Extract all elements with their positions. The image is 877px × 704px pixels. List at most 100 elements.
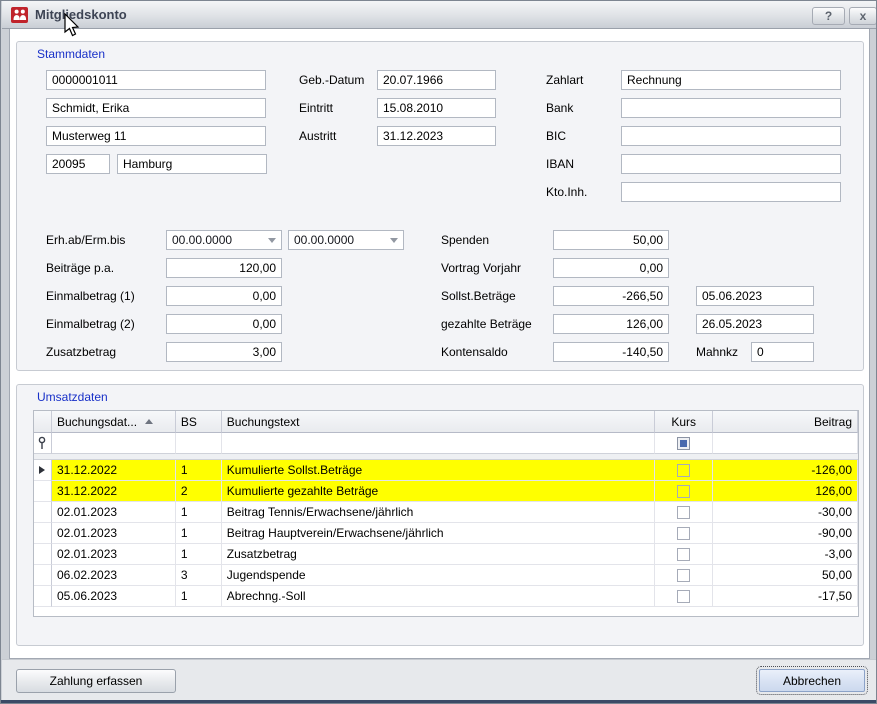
cell-bs[interactable]: 1 xyxy=(176,523,222,544)
erm-bis-dropdown[interactable]: 00.00.0000 xyxy=(288,230,404,250)
beitraege-pa-field[interactable]: 120,00 xyxy=(166,258,282,278)
cell-text[interactable]: Abrechng.-Soll xyxy=(222,586,655,607)
current-row-arrow-icon xyxy=(39,466,45,474)
iban-field[interactable] xyxy=(621,154,841,174)
gezahlte-betraege-field[interactable]: 126,00 xyxy=(553,314,669,334)
cell-text[interactable]: Zusatzbetrag xyxy=(222,544,655,565)
cell-date[interactable]: 31.12.2022 xyxy=(52,481,176,502)
cell-bs[interactable]: 1 xyxy=(176,586,222,607)
zusatzbetrag-field[interactable]: 3,00 xyxy=(166,342,282,362)
table-row[interactable]: 06.02.2023 3 Jugendspende 50,00 xyxy=(34,565,858,586)
cell-date[interactable]: 02.01.2023 xyxy=(52,523,176,544)
column-header-buchungstext[interactable]: Buchungstext xyxy=(222,411,655,433)
cell-text[interactable]: Kumulierte gezahlte Beträge xyxy=(222,481,655,502)
kurs-checkbox[interactable] xyxy=(677,548,690,561)
cell-date[interactable]: 31.12.2022 xyxy=(52,460,176,481)
cell-kurs[interactable] xyxy=(655,481,713,502)
zip-field[interactable]: 20095 xyxy=(46,154,110,174)
column-header-bs[interactable]: BS xyxy=(176,411,222,433)
table-row[interactable]: 05.06.2023 1 Abrechng.-Soll -17,50 xyxy=(34,586,858,607)
cell-date[interactable]: 02.01.2023 xyxy=(52,502,176,523)
zahlung-erfassen-button[interactable]: Zahlung erfassen xyxy=(16,669,176,693)
cell-beitrag[interactable]: -126,00 xyxy=(713,460,858,481)
zahlart-field[interactable]: Rechnung xyxy=(621,70,841,90)
content-panel: Stammdaten 0000001011 Schmidt, Erika Mus… xyxy=(9,29,870,659)
cell-bs[interactable]: 1 xyxy=(176,544,222,565)
table-row[interactable]: 02.01.2023 1 Beitrag Tennis/Erwachsene/j… xyxy=(34,502,858,523)
filter-bs-cell[interactable] xyxy=(176,433,222,454)
column-header-beitrag[interactable]: Beitrag xyxy=(713,411,858,433)
spenden-field[interactable]: 50,00 xyxy=(553,230,669,250)
name-field[interactable]: Schmidt, Erika xyxy=(46,98,266,118)
sollst-betraege-field[interactable]: -266,50 xyxy=(553,286,669,306)
cell-text[interactable]: Kumulierte Sollst.Beträge xyxy=(222,460,655,481)
vortrag-vorjahr-field[interactable]: 0,00 xyxy=(553,258,669,278)
close-button[interactable]: x xyxy=(849,7,877,25)
geb-datum-field[interactable]: 20.07.1966 xyxy=(377,70,496,90)
table-row[interactable]: 02.01.2023 1 Zusatzbetrag -3,00 xyxy=(34,544,858,565)
filter-checkbox[interactable] xyxy=(677,437,690,450)
titlebar[interactable]: Mitgliedskonto ? x xyxy=(2,1,877,29)
abbrechen-button[interactable]: Abbrechen xyxy=(759,669,865,692)
table-row[interactable]: 31.12.2022 1 Kumulierte Sollst.Beträge -… xyxy=(34,460,858,481)
cell-kurs[interactable] xyxy=(655,565,713,586)
cell-date[interactable]: 02.01.2023 xyxy=(52,544,176,565)
geb-datum-label: Geb.-Datum xyxy=(299,73,364,87)
column-header-buchungsdatum[interactable]: Buchungsdat... xyxy=(52,411,176,433)
filter-kurs-cell[interactable] xyxy=(655,433,713,454)
kurs-checkbox[interactable] xyxy=(677,527,690,540)
chevron-down-icon[interactable] xyxy=(390,238,398,243)
cell-beitrag[interactable]: -17,50 xyxy=(713,586,858,607)
kurs-checkbox[interactable] xyxy=(677,569,690,582)
filter-text-cell[interactable] xyxy=(222,433,655,454)
kurs-checkbox[interactable] xyxy=(677,590,690,603)
kto-inh-field[interactable] xyxy=(621,182,841,202)
cell-beitrag[interactable]: -90,00 xyxy=(713,523,858,544)
mahnkz-field[interactable]: 0 xyxy=(751,342,814,362)
cell-bs[interactable]: 1 xyxy=(176,460,222,481)
filter-beitrag-cell[interactable] xyxy=(713,433,858,454)
city-field[interactable]: Hamburg xyxy=(117,154,267,174)
einmalbetrag2-field[interactable]: 0,00 xyxy=(166,314,282,334)
bic-field[interactable] xyxy=(621,126,841,146)
einmalbetrag1-field[interactable]: 0,00 xyxy=(166,286,282,306)
street-field[interactable]: Musterweg 11 xyxy=(46,126,266,146)
sollst-datum-field[interactable]: 05.06.2023 xyxy=(696,286,814,306)
austritt-field[interactable]: 31.12.2023 xyxy=(377,126,496,146)
table-row[interactable]: 02.01.2023 1 Beitrag Hauptverein/Erwachs… xyxy=(34,523,858,544)
cell-beitrag[interactable]: 50,00 xyxy=(713,565,858,586)
chevron-down-icon[interactable] xyxy=(268,238,276,243)
cell-bs[interactable]: 2 xyxy=(176,481,222,502)
cell-bs[interactable]: 1 xyxy=(176,502,222,523)
cell-text[interactable]: Beitrag Tennis/Erwachsene/jährlich xyxy=(222,502,655,523)
mahnkz-label: Mahnkz xyxy=(696,345,738,359)
eintritt-field[interactable]: 15.08.2010 xyxy=(377,98,496,118)
cell-beitrag[interactable]: -3,00 xyxy=(713,544,858,565)
cell-date[interactable]: 05.06.2023 xyxy=(52,586,176,607)
cell-kurs[interactable] xyxy=(655,460,713,481)
kurs-checkbox[interactable] xyxy=(677,485,690,498)
member-id-field[interactable]: 0000001011 xyxy=(46,70,266,90)
kurs-checkbox[interactable] xyxy=(677,506,690,519)
column-header-kurs[interactable]: Kurs xyxy=(655,411,713,433)
cell-bs[interactable]: 3 xyxy=(176,565,222,586)
table-row[interactable]: 31.12.2022 2 Kumulierte gezahlte Beträge… xyxy=(34,481,858,502)
help-button[interactable]: ? xyxy=(812,7,845,25)
grid-filter-row[interactable] xyxy=(34,433,858,454)
bank-field[interactable] xyxy=(621,98,841,118)
cell-kurs[interactable] xyxy=(655,586,713,607)
cell-date[interactable]: 06.02.2023 xyxy=(52,565,176,586)
cell-text[interactable]: Beitrag Hauptverein/Erwachsene/jährlich xyxy=(222,523,655,544)
cell-beitrag[interactable]: 126,00 xyxy=(713,481,858,502)
erh-ab-dropdown[interactable]: 00.00.0000 xyxy=(166,230,282,250)
row-indicator xyxy=(34,481,52,502)
cell-kurs[interactable] xyxy=(655,544,713,565)
cell-text[interactable]: Jugendspende xyxy=(222,565,655,586)
cell-kurs[interactable] xyxy=(655,502,713,523)
kurs-checkbox[interactable] xyxy=(677,464,690,477)
filter-date-cell[interactable] xyxy=(52,433,176,454)
gezahlt-datum-field[interactable]: 26.05.2023 xyxy=(696,314,814,334)
kontensaldo-field[interactable]: -140,50 xyxy=(553,342,669,362)
cell-kurs[interactable] xyxy=(655,523,713,544)
cell-beitrag[interactable]: -30,00 xyxy=(713,502,858,523)
